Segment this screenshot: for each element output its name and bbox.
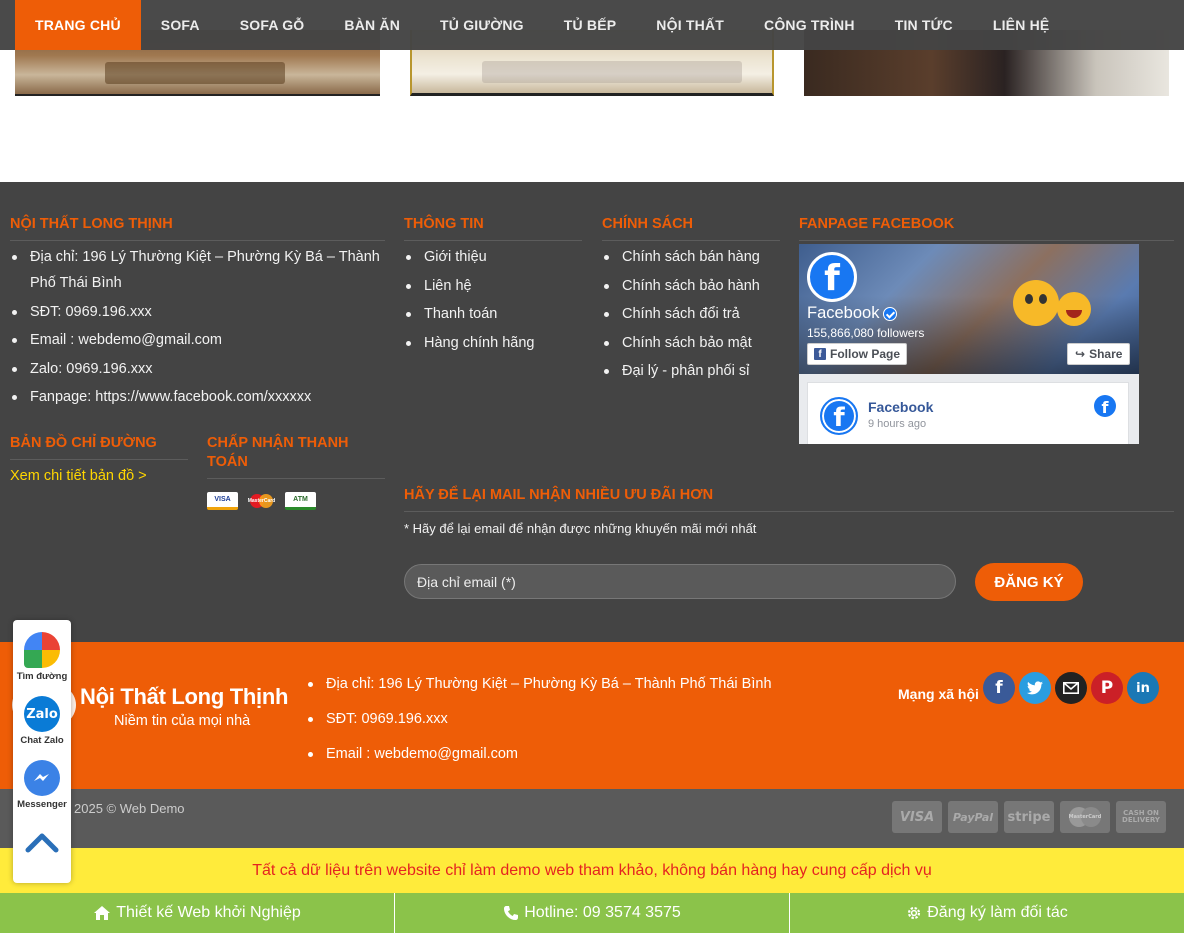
- demo-notice: Tất cả dữ liệu trên website chỉ làm demo…: [0, 848, 1184, 893]
- linkedin-icon[interactable]: in: [1127, 672, 1159, 704]
- footer: NỘI THẤT LONG THỊNH Địa chỉ: 196 Lý Thườ…: [0, 182, 1184, 642]
- brand-slogan: Niềm tin của mọi nhà: [114, 713, 251, 729]
- copyright-bar: 2025 © Web Demo VISA PayPal stripe Maste…: [0, 789, 1184, 848]
- company-email: Email : webdemo@gmail.com: [10, 327, 385, 353]
- messenger-icon: [24, 760, 60, 796]
- link-dai-ly[interactable]: Đại lý - phân phối sỉ: [602, 358, 792, 384]
- google-maps-icon: [24, 632, 60, 668]
- link-thanh-toan[interactable]: Thanh toán: [404, 301, 582, 327]
- brand-name[interactable]: Nội Thất Long Thịnh: [80, 684, 288, 710]
- link-lien-he[interactable]: Liên hệ: [404, 273, 582, 299]
- twitter-icon[interactable]: [1019, 672, 1051, 704]
- company-title: NỘI THẤT LONG THỊNH: [10, 215, 385, 241]
- policy-title: CHÍNH SÁCH: [602, 215, 780, 241]
- follow-page-button[interactable]: f Follow Page: [807, 343, 908, 365]
- bottom-action-bar: Thiết kế Web khởi Nghiệp Hotline: 09 357…: [0, 893, 1184, 933]
- nav-item-tin-tuc[interactable]: TIN TỨC: [875, 0, 973, 50]
- stripe-logo-icon: stripe: [1004, 801, 1054, 833]
- facebook-icon[interactable]: f: [983, 672, 1015, 704]
- brand-phone: SĐT: 0969.196.xxx: [306, 706, 772, 732]
- nav-item-cong-trinh[interactable]: CÔNG TRÌNH: [744, 0, 875, 50]
- company-phone: SĐT: 0969.196.xxx: [10, 299, 385, 325]
- laugh-emoji-icon: [1057, 292, 1091, 326]
- link-chinh-sach-bao-mat[interactable]: Chính sách bảo mật: [602, 330, 792, 356]
- payment-cards: VISA MasterCard ATM: [207, 492, 316, 510]
- cash-on-delivery-logo-icon: CASH ON DELIVERY: [1116, 801, 1166, 833]
- fanpage-title: FANPAGE FACEBOOK: [799, 215, 1174, 241]
- facebook-icon: f: [1094, 395, 1116, 417]
- company-fanpage: Fanpage: https://www.facebook.com/xxxxxx: [10, 384, 385, 410]
- map-title: BẢN ĐỒ CHỈ ĐƯỜNG: [10, 434, 188, 460]
- verified-icon: [883, 306, 898, 321]
- visa-card-icon: VISA: [207, 492, 238, 510]
- nav-item-noi-that[interactable]: NỘI THẤT: [636, 0, 744, 50]
- startup-web-design-link[interactable]: Thiết kế Web khởi Nghiệp: [0, 893, 395, 933]
- main-nav: TRANG CHỦ SOFA SOFA GỖ BÀN ĂN TỦ GIƯỜNG …: [0, 0, 1184, 50]
- atm-card-icon: ATM: [285, 492, 316, 510]
- wow-emoji-icon: [1013, 280, 1059, 326]
- pinterest-icon[interactable]: P: [1091, 672, 1123, 704]
- share-button[interactable]: ↪ Share: [1067, 343, 1131, 365]
- scroll-to-top-button[interactable]: [25, 824, 59, 858]
- facebook-logo-icon[interactable]: f: [807, 252, 857, 302]
- nav-item-sofa[interactable]: SOFA: [141, 0, 220, 50]
- share-icon: ↪: [1075, 347, 1086, 361]
- newsletter-title: HÃY ĐỂ LẠI MAIL NHẬN NHIỀU ƯU ĐÃI HƠN: [404, 486, 1174, 512]
- brand-band: Nội Thất Long Thịnh Niềm tin của mọi nhà…: [0, 642, 1184, 789]
- facebook-followers: 155,866,080 followers: [807, 326, 925, 340]
- info-title: THÔNG TIN: [404, 215, 582, 241]
- brand-address: Địa chỉ: 196 Lý Thường Kiệt – Phường Kỳ …: [306, 671, 772, 697]
- visa-logo-icon: VISA: [892, 801, 942, 833]
- payment-title: CHẤP NHẬN THANH TOÁN: [207, 434, 385, 479]
- link-hang-chinh-hang[interactable]: Hàng chính hãng: [404, 330, 582, 356]
- nav-item-sofa-go[interactable]: SOFA GỖ: [220, 0, 325, 50]
- brand-email: Email : webdemo@gmail.com: [306, 741, 772, 767]
- chat-zalo-button[interactable]: Zalo Chat Zalo: [13, 696, 71, 746]
- zalo-icon: Zalo: [24, 696, 60, 732]
- policy-list: Chính sách bán hàng Chính sách bảo hành …: [602, 244, 792, 387]
- facebook-post-time[interactable]: 9 hours ago: [868, 418, 926, 430]
- nav-item-tu-giuong[interactable]: TỦ GIƯỜNG: [420, 0, 544, 50]
- paypal-logo-icon: PayPal: [948, 801, 998, 833]
- mastercard-logo-icon: MasterCard: [1060, 801, 1110, 833]
- partner-register-link[interactable]: Đăng ký làm đối tác: [790, 893, 1184, 933]
- link-chinh-sach-ban-hang[interactable]: Chính sách bán hàng: [602, 244, 792, 270]
- social-label: Mạng xã hội: [898, 686, 979, 702]
- nav-item-tu-bep[interactable]: TỦ BẾP: [544, 0, 637, 50]
- facebook-small-icon: f: [814, 348, 826, 360]
- company-info-list: Địa chỉ: 196 Lý Thường Kiệt – Phường Kỳ …: [10, 244, 385, 413]
- facebook-post: f Facebook 9 hours ago f: [807, 382, 1129, 444]
- brand-contact-list: Địa chỉ: 196 Lý Thường Kiệt – Phường Kỳ …: [306, 671, 772, 776]
- home-icon: [94, 906, 111, 920]
- subscribe-button[interactable]: ĐĂNG KÝ: [975, 563, 1083, 601]
- phone-icon: [504, 906, 519, 920]
- floating-contact-widget: Tìm đường Zalo Chat Zalo Messenger: [13, 620, 71, 883]
- social-links: f P in: [983, 672, 1159, 704]
- facebook-post-avatar-icon[interactable]: f: [820, 397, 858, 435]
- email-icon[interactable]: [1055, 672, 1087, 704]
- nav-item-home[interactable]: TRANG CHỦ: [15, 0, 141, 50]
- company-zalo: Zalo: 0969.196.xxx: [10, 356, 385, 382]
- hotline-link[interactable]: Hotline: 09 3574 3575: [395, 893, 790, 933]
- email-field[interactable]: [404, 564, 956, 599]
- map-link[interactable]: Xem chi tiết bản đồ >: [10, 468, 147, 484]
- mastercard-icon: MasterCard: [246, 492, 277, 510]
- link-chinh-sach-doi-tra[interactable]: Chính sách đổi trả: [602, 301, 792, 327]
- info-list: Giới thiệu Liên hệ Thanh toán Hàng chính…: [404, 244, 582, 358]
- nav-item-lien-he[interactable]: LIÊN HỆ: [973, 0, 1070, 50]
- messenger-button[interactable]: Messenger: [13, 760, 71, 810]
- facebook-page-name[interactable]: Facebook: [807, 304, 898, 323]
- maps-directions-button[interactable]: Tìm đường: [13, 632, 71, 682]
- link-chinh-sach-bao-hanh[interactable]: Chính sách bảo hành: [602, 273, 792, 299]
- facebook-post-name[interactable]: Facebook: [868, 399, 933, 415]
- chevron-up-icon: [25, 833, 59, 853]
- link-gioi-thieu[interactable]: Giới thiệu: [404, 244, 582, 270]
- company-address: Địa chỉ: 196 Lý Thường Kiệt – Phường Kỳ …: [10, 244, 385, 296]
- facebook-page-widget[interactable]: f Facebook 155,866,080 followers f Follow…: [799, 244, 1139, 444]
- gear-icon: [908, 906, 921, 920]
- copyright-text: 2025 © Web Demo: [74, 801, 185, 816]
- payment-logos: VISA PayPal stripe MasterCard CASH ON DE…: [892, 801, 1166, 833]
- nav-item-ban-an[interactable]: BÀN ĂN: [324, 0, 420, 50]
- newsletter-note: * Hãy để lại email để nhận được những kh…: [404, 521, 757, 536]
